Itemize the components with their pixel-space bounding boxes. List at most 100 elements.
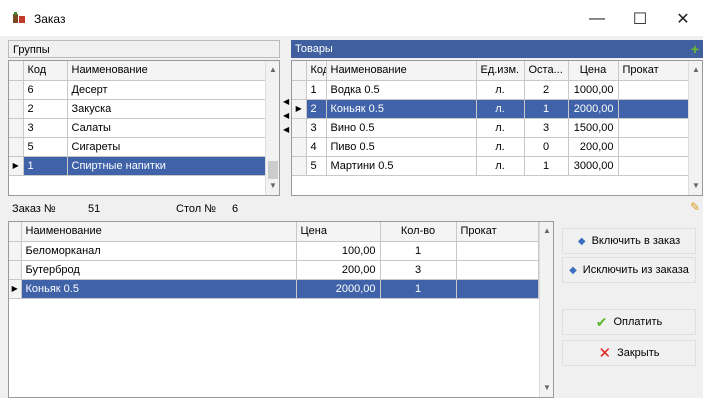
column-header-name[interactable]: Наименование bbox=[326, 61, 477, 81]
move-left-icon[interactable]: ◀ bbox=[283, 109, 291, 123]
table-cell: 2000,00 bbox=[568, 99, 619, 119]
table-cell: 1 bbox=[23, 156, 68, 176]
table-cell bbox=[456, 279, 539, 299]
scroll-down-icon[interactable]: ▼ bbox=[689, 179, 702, 193]
row-indicator[interactable] bbox=[9, 241, 22, 261]
table-cell bbox=[618, 118, 690, 138]
table-cell: л. bbox=[476, 99, 525, 119]
row-indicator[interactable] bbox=[9, 260, 22, 280]
table-cell: 2 bbox=[524, 80, 569, 100]
column-header-price[interactable]: Цена bbox=[568, 61, 619, 81]
table-cell: Салаты bbox=[67, 118, 267, 138]
goods-grid: Код Наименование Ед.изм. Оста... Цена Пр… bbox=[291, 60, 703, 196]
table-cell bbox=[618, 156, 690, 176]
scroll-up-icon[interactable]: ▲ bbox=[266, 63, 279, 77]
move-left-icon[interactable]: ◀ bbox=[283, 123, 291, 137]
column-header-rental[interactable]: Прокат bbox=[618, 61, 690, 81]
row-indicator[interactable] bbox=[292, 156, 307, 176]
exclude-from-order-button[interactable]: ◆ Исключить из заказа bbox=[562, 257, 696, 283]
include-in-order-button[interactable]: ◆ Включить в заказ bbox=[562, 228, 696, 254]
column-header-rental[interactable]: Прокат bbox=[456, 222, 539, 242]
edit-icon[interactable]: ✎ bbox=[690, 200, 700, 214]
scroll-up-icon[interactable]: ▲ bbox=[540, 224, 553, 238]
table-cell: 4 bbox=[306, 137, 327, 157]
column-header-stock[interactable]: Оста... bbox=[524, 61, 569, 81]
scroll-down-icon[interactable]: ▼ bbox=[540, 381, 553, 395]
table-row[interactable]: Бутерброд 200,00 3 bbox=[9, 260, 539, 280]
table-row[interactable]: ▶ 1 Спиртные напитки bbox=[9, 156, 267, 176]
table-cell: 1 bbox=[306, 80, 327, 100]
row-indicator[interactable] bbox=[9, 99, 24, 119]
table-cell bbox=[618, 80, 690, 100]
column-header-price[interactable]: Цена bbox=[296, 222, 381, 242]
add-icon[interactable]: + bbox=[691, 40, 699, 58]
table-row[interactable]: 5 Мартини 0.5 л. 1 3000,00 bbox=[292, 156, 690, 176]
table-row[interactable]: 4 Пиво 0.5 л. 0 200,00 bbox=[292, 137, 690, 157]
maximize-button[interactable]: ☐ bbox=[623, 6, 657, 32]
table-row[interactable]: 5 Сигареты bbox=[9, 137, 267, 157]
table-cell: 5 bbox=[23, 137, 68, 157]
row-indicator[interactable] bbox=[292, 80, 307, 100]
row-indicator-header bbox=[9, 222, 22, 242]
row-indicator[interactable] bbox=[9, 80, 24, 100]
goods-caption: Товары + bbox=[291, 40, 703, 58]
table-cell: Коньяк 0.5 bbox=[21, 279, 297, 299]
order-scrollbar[interactable]: ▲ ▼ bbox=[539, 222, 553, 397]
order-number-value: 51 bbox=[88, 203, 101, 215]
row-indicator-header bbox=[292, 61, 307, 81]
row-indicator-header bbox=[9, 61, 24, 81]
row-indicator[interactable]: ▶ bbox=[292, 99, 307, 119]
column-header-quantity[interactable]: Кол-во bbox=[380, 222, 457, 242]
row-indicator[interactable]: ▶ bbox=[9, 156, 24, 176]
row-indicator[interactable]: ▶ bbox=[9, 279, 22, 299]
table-row[interactable]: ▶ Коньяк 0.5 2000,00 1 bbox=[9, 279, 539, 299]
table-row[interactable]: 3 Салаты bbox=[9, 118, 267, 138]
scroll-up-icon[interactable]: ▲ bbox=[689, 63, 702, 77]
groups-table: Код Наименование 6 Десерт 2 Закуска 3 Салаты 5… bbox=[9, 61, 267, 176]
close-label: Закрыть bbox=[617, 347, 660, 359]
table-cell: 2 bbox=[306, 99, 327, 119]
window-title: Заказ bbox=[34, 12, 66, 26]
goods-caption-label: Товары bbox=[295, 43, 333, 55]
table-row[interactable]: ▶ 2 Коньяк 0.5 л. 1 2000,00 bbox=[292, 99, 690, 119]
table-cell: Сигареты bbox=[67, 137, 267, 157]
table-row[interactable]: 2 Закуска bbox=[9, 99, 267, 119]
row-indicator[interactable] bbox=[9, 118, 24, 138]
goods-scrollbar[interactable]: ▲ ▼ bbox=[688, 61, 702, 195]
table-cell: Закуска bbox=[67, 99, 267, 119]
table-cell: 3 bbox=[306, 118, 327, 138]
table-cell: л. bbox=[476, 137, 525, 157]
table-cell: Беломорканал bbox=[21, 241, 297, 261]
table-cell: л. bbox=[476, 80, 525, 100]
table-cell: 1000,00 bbox=[568, 80, 619, 100]
table-row[interactable]: 1 Водка 0.5 л. 2 1000,00 bbox=[292, 80, 690, 100]
scroll-down-icon[interactable]: ▼ bbox=[266, 179, 279, 193]
table-cell bbox=[456, 241, 539, 261]
table-row[interactable]: 6 Десерт bbox=[9, 80, 267, 100]
column-header-code[interactable]: Код bbox=[23, 61, 68, 81]
table-cell: Водка 0.5 bbox=[326, 80, 477, 100]
groups-scrollbar[interactable]: ▲ ▼ bbox=[265, 61, 279, 195]
column-header-code[interactable]: Код bbox=[306, 61, 327, 81]
row-indicator[interactable] bbox=[292, 137, 307, 157]
row-indicator[interactable] bbox=[292, 118, 307, 138]
order-grid: Наименование Цена Кол-во Прокат Беломорк… bbox=[8, 221, 554, 398]
include-label: Включить в заказ bbox=[591, 235, 681, 247]
table-cell: 3000,00 bbox=[568, 156, 619, 176]
column-header-name[interactable]: Наименование bbox=[67, 61, 267, 81]
close-button[interactable]: ✕ Закрыть bbox=[562, 340, 696, 366]
move-left-icon[interactable]: ◀ bbox=[283, 95, 291, 109]
close-window-button[interactable]: ✕ bbox=[666, 6, 700, 32]
column-header-name[interactable]: Наименование bbox=[21, 222, 297, 242]
table-cell: Спиртные напитки bbox=[67, 156, 267, 176]
column-header-unit[interactable]: Ед.изм. bbox=[476, 61, 525, 81]
order-window: Заказ — ☐ ✕ Группы Код Наименование 6 Дес… bbox=[0, 0, 703, 398]
checkmark-icon: ✔ bbox=[595, 313, 608, 330]
row-indicator[interactable] bbox=[9, 137, 24, 157]
table-row[interactable]: Беломорканал 100,00 1 bbox=[9, 241, 539, 261]
pay-button[interactable]: ✔ Оплатить bbox=[562, 309, 696, 335]
scroll-thumb[interactable] bbox=[268, 161, 278, 179]
minimize-button[interactable]: — bbox=[580, 6, 614, 32]
title-bar: Заказ — ☐ ✕ bbox=[0, 0, 703, 36]
table-row[interactable]: 3 Вино 0.5 л. 3 1500,00 bbox=[292, 118, 690, 138]
